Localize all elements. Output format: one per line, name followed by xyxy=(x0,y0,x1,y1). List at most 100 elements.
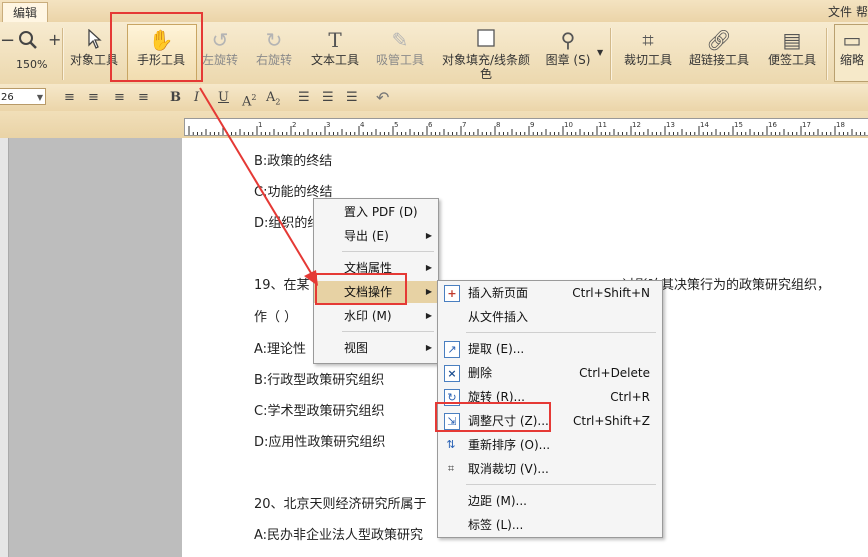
font-size-select[interactable]: 26 ▼ xyxy=(0,88,46,105)
eyedropper-tool-button[interactable]: ✎ 吸管工具 xyxy=(372,25,428,83)
text-line: A:民办非企业法人型政策研究 xyxy=(254,528,424,543)
submenu-arrow-icon: ▶ xyxy=(425,231,432,240)
chevron-down-icon: ▼ xyxy=(36,93,43,102)
zoom-in-icon[interactable]: + xyxy=(48,30,61,49)
menu-item-label: 取消裁切 (V)... xyxy=(468,462,549,476)
separator xyxy=(610,28,612,80)
left-side-panel xyxy=(0,138,9,557)
ruler-label: 3 xyxy=(326,121,330,129)
text-line: 19、在某 xyxy=(254,278,310,293)
ruler-label: 12 xyxy=(632,121,641,129)
extract-icon: ↗ xyxy=(444,341,460,358)
delete-page-icon: × xyxy=(444,365,460,382)
fill-color-icon xyxy=(438,29,534,51)
menu-item-label: 置入 PDF (D) xyxy=(344,205,418,219)
tool-label: 对象填充/线条颜 xyxy=(441,53,531,67)
text-line: B:行政型政策研究组织 xyxy=(254,373,385,388)
uncrop-icon: ⌗ xyxy=(447,462,455,475)
subscript-icon[interactable]: A2 xyxy=(266,89,280,107)
thumbnail-button[interactable]: ▭ 缩略 xyxy=(834,24,868,82)
align-center-icon[interactable]: ≡ xyxy=(88,89,99,107)
font-size-value: 26 xyxy=(1,92,14,103)
ruler-label: 16 xyxy=(768,121,777,129)
link-icon: 🔗︎ xyxy=(706,28,732,52)
link-tool-button[interactable]: 🔗︎ 超链接工具 xyxy=(686,25,752,83)
menu-item-watermark[interactable]: 水印 (M) ▶ xyxy=(314,305,438,327)
menu-item-label: 从文件插入 xyxy=(468,310,529,324)
ruler-label: 7 xyxy=(462,121,466,129)
paragraph-spacing-icon[interactable]: ☰ xyxy=(322,89,334,107)
text-line: C:学术型政策研究组织 xyxy=(254,404,385,419)
ruler-label: 17 xyxy=(802,121,811,129)
menu-separator xyxy=(342,331,434,332)
ruler-label: 5 xyxy=(394,121,398,129)
rotate-right-button[interactable]: ↻ 右旋转 xyxy=(252,25,296,83)
text-icon: T xyxy=(328,28,342,52)
line-spacing-icon[interactable]: ☰ xyxy=(298,89,310,107)
menu-separator xyxy=(342,251,434,252)
menu-file[interactable]: 文件 xyxy=(828,3,852,20)
tool-label: 便签工具 xyxy=(767,53,816,67)
menu-item-label: 导出 (E) xyxy=(344,229,389,243)
text-tool-button[interactable]: T 文本工具 xyxy=(306,25,364,83)
zoom-icon[interactable] xyxy=(18,30,38,55)
fill-color-tool-button[interactable]: 对象填充/线条颜 色 xyxy=(438,25,534,83)
align-left-icon[interactable]: ≡ xyxy=(64,89,75,107)
menu-item-label: 视图 xyxy=(344,341,369,355)
superscript-icon[interactable]: A2 xyxy=(242,89,256,109)
eyedropper-icon: ✎ xyxy=(391,28,409,52)
ruler-label: 2 xyxy=(292,121,296,129)
rotate-left-button[interactable]: ↺ 左旋转 xyxy=(198,25,242,83)
menu-item-reorder[interactable]: ⇅ 重新排序 (O)... xyxy=(438,434,662,456)
menu-item-shortcut: Ctrl+R xyxy=(610,390,650,404)
note-tool-button[interactable]: ▤ 便签工具 xyxy=(764,25,820,83)
menu-item-export[interactable]: 导出 (E) ▶ xyxy=(314,225,438,247)
stamp-dropdown-icon[interactable]: ▼ xyxy=(597,48,603,57)
menu-separator xyxy=(466,332,656,333)
underline-icon[interactable]: U xyxy=(218,89,229,107)
italic-icon[interactable]: I xyxy=(194,89,199,107)
reorder-icon: ⇅ xyxy=(446,438,456,451)
menu-item-place-pdf[interactable]: 置入 PDF (D) xyxy=(314,201,438,223)
menu-item-margins[interactable]: 边距 (M)... xyxy=(438,490,662,512)
zoom-value[interactable]: 150% xyxy=(16,58,47,71)
stamp-tool-button[interactable]: ⚲ 图章 (S) xyxy=(544,25,592,83)
ruler-label: 10 xyxy=(564,121,573,129)
ruler-label: 11 xyxy=(598,121,607,129)
menu-item-view[interactable]: 视图 ▶ xyxy=(314,337,438,359)
text-line: B:政策的终结 xyxy=(254,154,333,169)
menu-item-delete[interactable]: × 删除 Ctrl+Delete xyxy=(438,362,662,384)
submenu-arrow-icon: ▶ xyxy=(425,311,432,320)
text-line: 20、北京天则经济研究所属于 xyxy=(254,497,427,512)
format-toolbar: 26 ▼ ≡ ≡ ≡ ≡ B I U A2 A2 ☰ ☰ ☰ ↶ xyxy=(0,84,868,112)
menu-item-uncrop[interactable]: ⌗ 取消裁切 (V)... xyxy=(438,458,662,480)
text-line: A:理论性 xyxy=(254,342,307,357)
menu-item-insert-page[interactable]: + 插入新页面 Ctrl+Shift+N xyxy=(438,282,662,304)
justify-icon[interactable]: ≡ xyxy=(138,89,149,107)
ruler-label: 18 xyxy=(836,121,845,129)
ruler-label: 9 xyxy=(530,121,534,129)
text-line: 作（ ） xyxy=(254,310,298,325)
menu-item-shortcut: Ctrl+Shift+Z xyxy=(573,414,650,428)
undo-icon[interactable]: ↶ xyxy=(376,89,389,107)
menu-separator xyxy=(466,484,656,485)
annotation-box-hand-tool xyxy=(110,12,203,82)
menu-help[interactable]: 帮 xyxy=(856,3,868,20)
rotate-left-icon: ↺ xyxy=(211,28,229,52)
zoom-out-icon[interactable]: − xyxy=(0,30,15,51)
annotation-box-doc-operations xyxy=(315,273,407,305)
text-line: D:组织的终 xyxy=(254,216,321,231)
separator xyxy=(826,28,828,80)
menu-item-insert-from-file[interactable]: 从文件插入 xyxy=(438,306,662,328)
tool-label: 色 xyxy=(479,67,492,81)
menu-item-extract[interactable]: ↗ 提取 (E)... xyxy=(438,338,662,360)
bold-icon[interactable]: B xyxy=(170,89,181,107)
align-right-icon[interactable]: ≡ xyxy=(114,89,125,107)
list-icon[interactable]: ☰ xyxy=(346,89,358,107)
crop-tool-button[interactable]: ⌗ 裁切工具 xyxy=(620,25,676,83)
submenu-arrow-icon: ▶ xyxy=(425,343,432,352)
tool-label: 裁切工具 xyxy=(623,53,672,67)
tab-edit[interactable]: 编辑 xyxy=(2,2,49,22)
menu-item-labels[interactable]: 标签 (L)... xyxy=(438,514,662,536)
horizontal-ruler: 1 2 3 4 5 6 7 8 9 10 11 12 13 14 15 16 17 18 xyxy=(184,118,868,136)
